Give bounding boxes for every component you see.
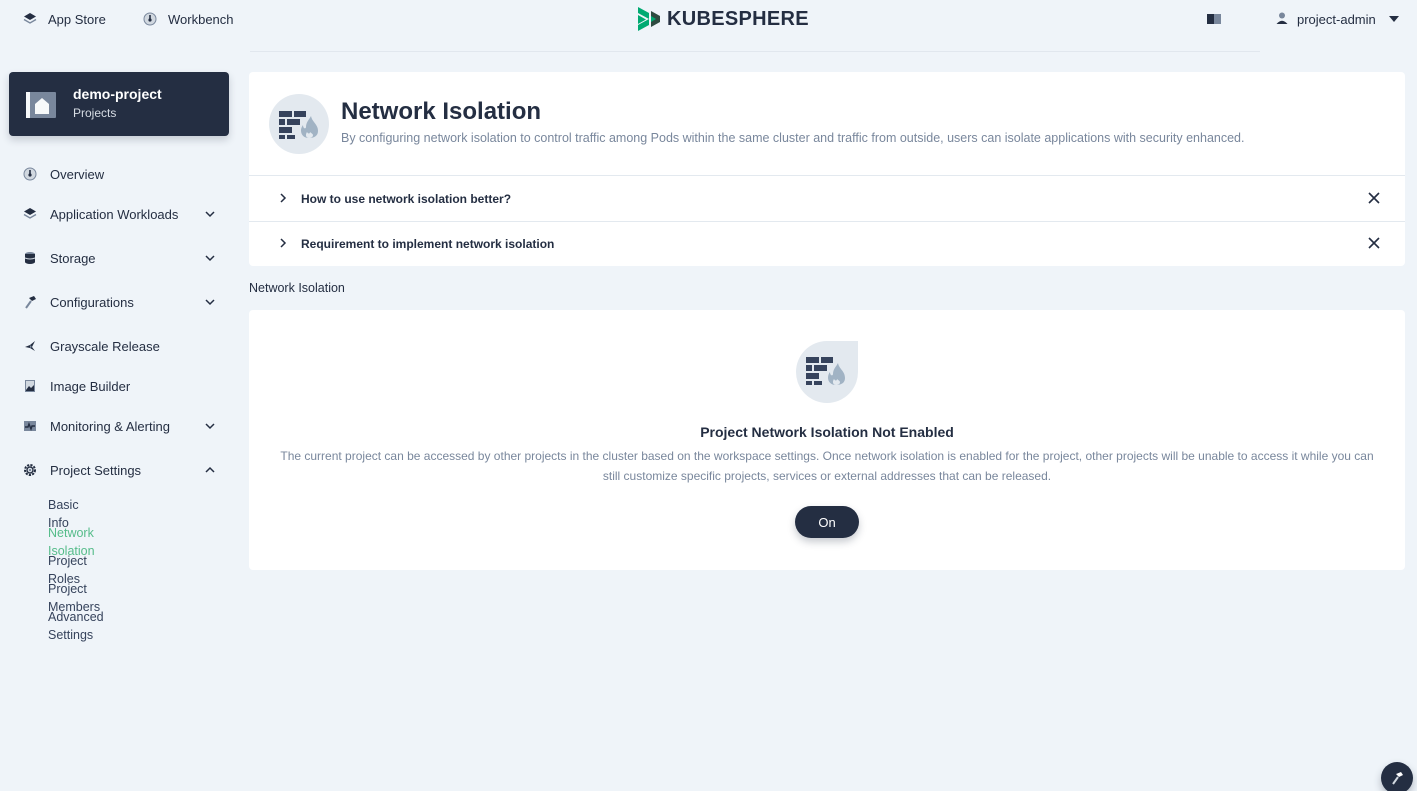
project-selector[interactable]: demo-project Projects (9, 72, 229, 136)
caret-down-icon (1388, 12, 1400, 27)
sidebar-item-project-settings[interactable]: Project Settings (22, 458, 222, 482)
page-banner: Network Isolation By configuring network… (249, 72, 1405, 176)
sidebar-item-image-builder[interactable]: Image Builder (22, 374, 222, 398)
sidebar-item-application-workloads[interactable]: Application Workloads (22, 202, 222, 226)
tip-label: How to use network isolation better? (301, 191, 512, 206)
sidebar-item-grayscale-release[interactable]: Grayscale Release (22, 334, 222, 358)
sidebar-item-overview[interactable]: Overview (22, 162, 222, 186)
tip-requirement[interactable]: Requirement to implement network isolati… (249, 221, 1405, 266)
appcenter-icon (22, 206, 38, 222)
sidebar-item-label: Overview (50, 166, 105, 182)
firewall-icon (796, 341, 858, 403)
sidebar-subitem-basic-info[interactable]: Basic Info (48, 496, 79, 530)
toolbox-button[interactable] (1381, 762, 1413, 791)
workbench-label: Workbench (168, 11, 234, 27)
sidebar-item-label: Project Settings (50, 462, 142, 478)
logo-text: KUBESPHERE (667, 7, 809, 30)
dashboard-icon (22, 166, 38, 182)
monitor-icon (22, 418, 38, 434)
project-icon (25, 88, 57, 120)
database-icon (22, 250, 38, 266)
close-icon[interactable] (1367, 236, 1381, 250)
page-description: By configuring network isolation to cont… (341, 131, 1245, 145)
appcenter-icon (22, 11, 38, 27)
bird-icon (22, 338, 38, 354)
sidebar-item-label: Storage (50, 250, 96, 266)
user-name: project-admin (1297, 11, 1376, 27)
chevron-down-icon (205, 299, 215, 306)
documentation-icon[interactable] (1206, 12, 1222, 26)
sidebar-item-label: Image Builder (50, 378, 131, 394)
chevron-down-icon (205, 423, 215, 430)
chevron-down-icon (205, 255, 215, 262)
user-icon (1275, 11, 1289, 28)
network-isolation-banner-card: Network Isolation By configuring network… (249, 72, 1405, 266)
network-isolation-status-card: Project Network Isolation Not Enabled Th… (249, 310, 1405, 570)
top-navigation-bar: App Store Workbench KUBESPHERE project-a… (0, 0, 1417, 38)
chevron-down-icon (205, 211, 215, 218)
workbench-link[interactable]: Workbench (142, 0, 234, 38)
sidebar-item-label: Application Workloads (50, 206, 179, 222)
empty-state-title: Project Network Isolation Not Enabled (700, 424, 954, 440)
sidebar-subitem-network-isolation[interactable]: Network Isolation (48, 524, 95, 558)
image-icon (22, 378, 38, 394)
user-menu[interactable]: project-admin (1275, 0, 1400, 38)
chevron-up-icon (205, 466, 215, 473)
section-title: Network Isolation (249, 281, 345, 295)
project-type: Projects (73, 106, 117, 120)
tip-label: Requirement to implement network isolati… (301, 236, 555, 251)
project-name: demo-project (73, 86, 162, 102)
kubesphere-logo[interactable]: KUBESPHERE (635, 4, 809, 34)
sidebar-item-configurations[interactable]: Configurations (22, 290, 222, 314)
page-title: Network Isolation (341, 98, 542, 125)
gear-icon (22, 462, 38, 478)
sidebar-subitem-project-members[interactable]: Project Members (48, 580, 100, 614)
enable-network-isolation-button[interactable]: On (795, 506, 859, 538)
sidebar-subitem-project-roles[interactable]: Project Roles (48, 552, 87, 586)
dashboard-icon (142, 11, 158, 27)
sidebar-subitem-advanced-settings[interactable]: Advanced Settings (48, 608, 104, 642)
sidebar-item-storage[interactable]: Storage (22, 246, 222, 270)
hammer-icon (22, 294, 38, 310)
top-divider (250, 51, 1260, 52)
empty-state-description: The current project can be accessed by o… (280, 449, 1374, 483)
close-icon[interactable] (1367, 191, 1381, 205)
chevron-right-icon (280, 238, 287, 248)
sidebar-item-monitoring-alerting[interactable]: Monitoring & Alerting (22, 414, 222, 438)
firewall-icon (269, 94, 329, 154)
sidebar-item-label: Grayscale Release (50, 338, 160, 354)
app-store-link[interactable]: App Store (22, 0, 106, 38)
sidebar-item-label: Monitoring & Alerting (50, 418, 170, 434)
hammer-icon (1392, 772, 1403, 785)
sidebar-item-label: Configurations (50, 294, 134, 310)
kubesphere-logo-icon (638, 7, 660, 31)
tip-how-to-use[interactable]: How to use network isolation better? (249, 176, 1405, 221)
chevron-right-icon (280, 193, 287, 203)
app-store-label: App Store (48, 11, 106, 27)
